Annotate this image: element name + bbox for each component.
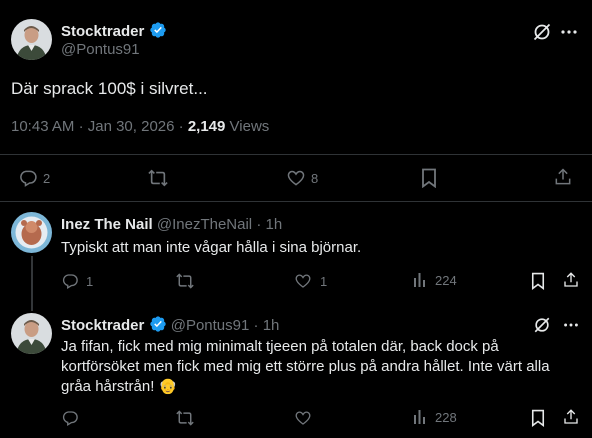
- views-count: 224: [435, 272, 457, 288]
- share-button[interactable]: [553, 167, 573, 187]
- post-meta: 10:43 AM · Jan 30, 2026 · 2,149 Views: [11, 118, 269, 135]
- thread-line: [31, 256, 33, 311]
- reply-age[interactable]: 1h: [265, 216, 282, 233]
- share-button[interactable]: [562, 408, 580, 426]
- like-count: 1: [320, 273, 328, 289]
- verified-badge-icon: [149, 315, 167, 333]
- views-button[interactable]: 224: [413, 272, 457, 288]
- like-count: 8: [311, 170, 319, 186]
- meta-separator: ·: [178, 118, 184, 135]
- more-icon[interactable]: [560, 22, 578, 42]
- like-icon: [294, 272, 312, 290]
- reply-author-handle[interactable]: @Pontus91: [171, 317, 250, 334]
- grok-icon[interactable]: [533, 316, 551, 334]
- bookmark-button[interactable]: [421, 168, 437, 188]
- reply-author-handle[interactable]: @InezTheNail: [157, 216, 252, 233]
- post-time[interactable]: 10:43 AM: [11, 118, 74, 135]
- meta-separator: ·: [256, 216, 262, 233]
- views-icon: [413, 272, 429, 288]
- repost-button[interactable]: [175, 272, 195, 290]
- like-icon: [286, 168, 306, 188]
- reply-button[interactable]: [61, 409, 79, 427]
- reply-count: 2: [43, 170, 51, 186]
- reply-text-line: Ja fifan, fick med mig minimalt tjeeen p…: [61, 338, 499, 355]
- like-button[interactable]: 8: [286, 168, 318, 188]
- reply-age[interactable]: 1h: [263, 317, 280, 334]
- grok-icon[interactable]: [532, 22, 552, 42]
- like-button[interactable]: 1: [294, 272, 327, 290]
- views-button[interactable]: 228: [413, 409, 457, 425]
- post-text: Där sprack 100$ i silvret...: [11, 79, 208, 98]
- reply-button[interactable]: 2: [18, 168, 50, 188]
- reply-author-avatar[interactable]: [11, 313, 52, 354]
- reply-count: 1: [86, 273, 94, 289]
- author-avatar[interactable]: [11, 19, 52, 60]
- meta-separator: ·: [253, 317, 259, 334]
- reply-button[interactable]: 1: [61, 272, 93, 290]
- author-handle[interactable]: @Pontus91: [61, 41, 140, 58]
- bookmark-button[interactable]: [531, 409, 545, 427]
- divider: [0, 201, 592, 202]
- reply-author-name[interactable]: Stocktrader: [61, 317, 144, 334]
- views-count: 2,149: [187, 118, 226, 135]
- reply-text: Ja fifan, fick med mig minimalt tjeeen p…: [61, 337, 550, 397]
- author-name[interactable]: Stocktrader: [61, 23, 144, 40]
- views-count: 228: [435, 409, 457, 425]
- verified-badge-icon: [149, 21, 167, 39]
- views-icon: [413, 409, 429, 425]
- repost-button[interactable]: [147, 168, 169, 188]
- meta-separator: ·: [78, 118, 84, 135]
- reply-text-line: gråa hårstrån! 👴: [61, 377, 550, 397]
- reply-author-avatar[interactable]: [11, 212, 52, 253]
- share-button[interactable]: [562, 271, 580, 289]
- reply-text-line: kortförsöket men fick med mig ett större…: [61, 358, 550, 375]
- reply-icon: [18, 168, 38, 188]
- reply-text: Typiskt att man inte vågar hålla i sina …: [61, 239, 362, 256]
- like-button[interactable]: [294, 409, 312, 427]
- reply-author-name[interactable]: Inez The Nail: [61, 216, 153, 233]
- old-man-emoji: 👴: [158, 378, 178, 395]
- views-label: Views: [229, 118, 270, 135]
- bookmark-button[interactable]: [531, 272, 545, 290]
- post-date[interactable]: Jan 30, 2026: [88, 118, 175, 135]
- reply-icon: [61, 272, 79, 290]
- repost-button[interactable]: [175, 409, 195, 427]
- more-icon[interactable]: [562, 316, 580, 334]
- divider: [0, 154, 592, 155]
- reply-text-segment: gråa hårstrån!: [61, 378, 155, 395]
